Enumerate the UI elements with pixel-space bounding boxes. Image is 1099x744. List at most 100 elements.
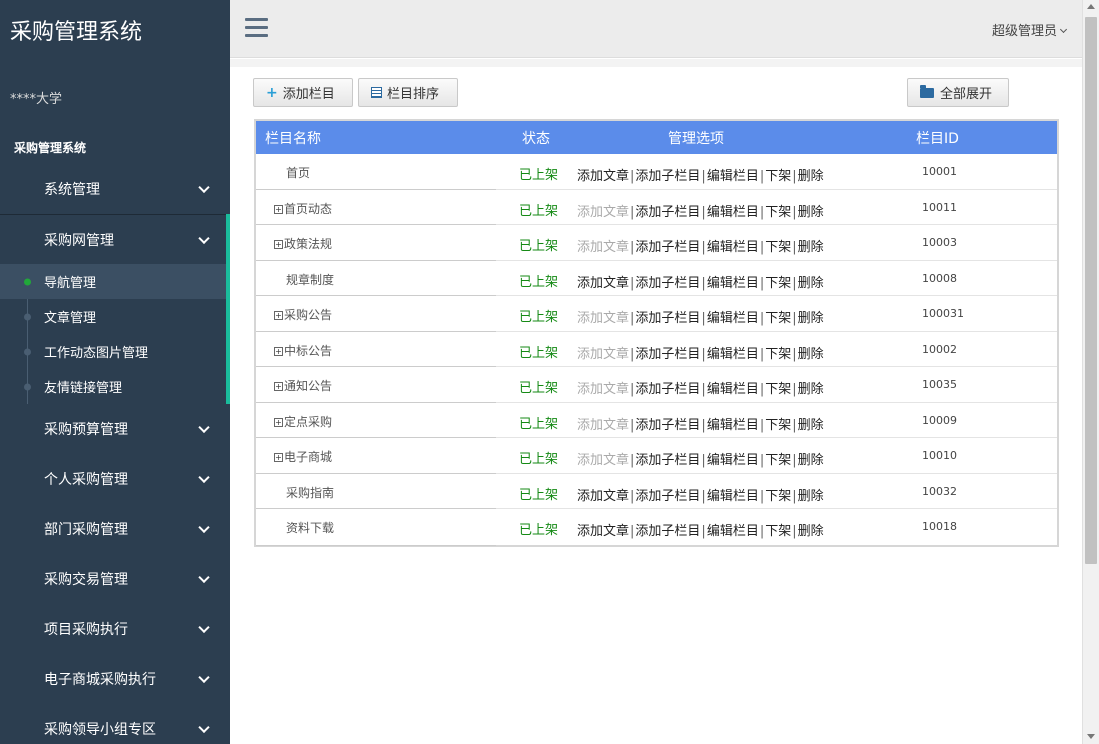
expand-icon[interactable]: + xyxy=(274,417,283,427)
user-menu[interactable]: 超级管理员 xyxy=(992,20,1068,39)
expand-icon[interactable]: + xyxy=(274,240,283,249)
edit-column-link[interactable]: 编辑栏目 xyxy=(707,169,759,184)
delete-link[interactable]: 删除 xyxy=(798,382,824,397)
edit-column-link[interactable]: 编辑栏目 xyxy=(707,489,759,504)
row-name[interactable]: + 通知公告 xyxy=(274,377,332,394)
scroll-up-icon[interactable] xyxy=(1087,4,1095,9)
delete-link[interactable]: 删除 xyxy=(798,311,824,326)
sidebar-item-project[interactable]: 项目采购执行 xyxy=(0,604,230,654)
add-child-link[interactable]: 添加子栏目 xyxy=(635,489,700,504)
add-child-link[interactable]: 添加子栏目 xyxy=(635,169,700,184)
ops-separator: | xyxy=(630,382,635,397)
ops-separator: | xyxy=(630,453,635,468)
row-ops: 添加文章|添加子栏目|编辑栏目|下架|删除 xyxy=(577,449,824,468)
delete-link[interactable]: 删除 xyxy=(798,276,824,291)
sidebar-subitem-work-images[interactable]: 工作动态图片管理 xyxy=(0,334,230,369)
sidebar-subitem-articles[interactable]: 文章管理 xyxy=(0,299,230,334)
row-ops: 添加文章|添加子栏目|编辑栏目|下架|删除 xyxy=(577,201,824,220)
expand-icon[interactable]: + xyxy=(274,346,283,356)
row-name[interactable]: + 定点采购 xyxy=(274,413,332,430)
sidebar-item-trade[interactable]: 采购交易管理 xyxy=(0,554,230,604)
edit-column-link[interactable]: 编辑栏目 xyxy=(707,240,759,255)
delete-link[interactable]: 删除 xyxy=(798,489,824,504)
vertical-scrollbar[interactable] xyxy=(1082,0,1099,744)
sidebar-item-department[interactable]: 部门采购管理 xyxy=(0,504,230,554)
sidebar-subitem-nav[interactable]: 导航管理 xyxy=(0,264,230,299)
add-article-link[interactable]: 添加文章 xyxy=(577,169,629,184)
sidebar-item-procurement-web[interactable]: 采购网管理 xyxy=(0,214,230,264)
row-name[interactable]: + 采购公告 xyxy=(274,306,332,323)
add-child-link[interactable]: 添加子栏目 xyxy=(635,347,700,362)
add-child-link[interactable]: 添加子栏目 xyxy=(635,276,700,291)
sidebar-item-personal[interactable]: 个人采购管理 xyxy=(0,454,230,504)
add-child-link[interactable]: 添加子栏目 xyxy=(635,418,700,433)
add-article-link[interactable]: 添加文章 xyxy=(577,276,629,291)
add-article-link: 添加文章 xyxy=(577,311,630,326)
add-article-link[interactable]: 添加文章 xyxy=(577,489,629,504)
delete-link[interactable]: 删除 xyxy=(798,347,824,362)
ops-separator: | xyxy=(759,204,765,220)
edit-column-link[interactable]: 编辑栏目 xyxy=(707,347,759,362)
menu-toggle-icon[interactable] xyxy=(245,18,268,38)
add-child-link[interactable]: 添加子栏目 xyxy=(635,453,700,468)
row-name-text: 采购公告 xyxy=(284,308,333,322)
sidebar-item-system[interactable]: 系统管理 xyxy=(0,164,230,214)
expand-icon[interactable]: + xyxy=(274,311,283,320)
add-child-link[interactable]: 添加子栏目 xyxy=(635,311,700,326)
offline-link[interactable]: 下架 xyxy=(765,240,791,255)
delete-link[interactable]: 删除 xyxy=(798,240,824,255)
expand-icon[interactable]: + xyxy=(274,382,283,391)
delete-link[interactable]: 删除 xyxy=(798,169,824,184)
row-id: 10008 xyxy=(922,271,957,285)
sidebar-item-budget[interactable]: 采购预算管理 xyxy=(0,404,230,454)
scroll-thumb[interactable] xyxy=(1085,17,1097,564)
sidebar-item-emall[interactable]: 电子商城采购执行 xyxy=(0,654,230,704)
sidebar-item-leadership[interactable]: 采购领导小组专区 xyxy=(0,704,230,744)
chevron-down-icon xyxy=(198,421,210,434)
offline-link[interactable]: 下架 xyxy=(765,311,791,326)
row-name[interactable]: + 电子商城 xyxy=(274,448,332,465)
add-child-link[interactable]: 添加子栏目 xyxy=(635,382,700,397)
delete-link[interactable]: 删除 xyxy=(798,453,824,468)
offline-link[interactable]: 下架 xyxy=(765,418,791,433)
row-name[interactable]: + 首页动态 xyxy=(274,200,332,217)
expand-all-button[interactable]: 全部展开 xyxy=(907,78,1009,107)
offline-link[interactable]: 下架 xyxy=(765,347,791,362)
edit-column-link[interactable]: 编辑栏目 xyxy=(707,382,759,397)
delete-link[interactable]: 删除 xyxy=(798,205,824,220)
row-name[interactable]: + 中标公告 xyxy=(274,342,332,359)
delete-link[interactable]: 删除 xyxy=(798,418,824,433)
row-name[interactable]: 规章制度 xyxy=(286,271,334,288)
row-name[interactable]: 采购指南 xyxy=(286,484,334,501)
add-article-link[interactable]: 添加文章 xyxy=(577,524,629,539)
edit-column-link[interactable]: 编辑栏目 xyxy=(707,311,759,326)
offline-link[interactable]: 下架 xyxy=(765,382,791,397)
edit-column-link[interactable]: 编辑栏目 xyxy=(707,524,759,539)
row-name[interactable]: + 政策法规 xyxy=(274,235,332,252)
offline-link[interactable]: 下架 xyxy=(765,169,791,184)
ops-separator: | xyxy=(759,346,765,362)
offline-link[interactable]: 下架 xyxy=(765,453,791,468)
offline-link[interactable]: 下架 xyxy=(765,205,791,220)
edit-column-link[interactable]: 编辑栏目 xyxy=(707,276,759,291)
add-child-link[interactable]: 添加子栏目 xyxy=(635,524,700,539)
offline-link[interactable]: 下架 xyxy=(765,489,791,504)
sort-columns-button[interactable]: 栏目排序 xyxy=(358,78,458,107)
offline-link[interactable]: 下架 xyxy=(765,524,791,539)
add-column-button[interactable]: + 添加栏目 xyxy=(253,78,353,107)
add-child-link[interactable]: 添加子栏目 xyxy=(635,205,700,220)
row-name[interactable]: 首页 xyxy=(286,164,310,181)
edit-column-link[interactable]: 编辑栏目 xyxy=(707,205,759,220)
offline-link[interactable]: 下架 xyxy=(765,276,791,291)
sidebar-subitem-links[interactable]: 友情链接管理 xyxy=(0,369,230,404)
scroll-down-icon[interactable] xyxy=(1087,734,1095,739)
edit-column-link[interactable]: 编辑栏目 xyxy=(707,418,759,433)
edit-column-link[interactable]: 编辑栏目 xyxy=(707,453,759,468)
delete-link[interactable]: 删除 xyxy=(798,524,824,539)
add-child-link[interactable]: 添加子栏目 xyxy=(635,240,700,255)
expand-icon[interactable]: + xyxy=(274,453,283,462)
row-name[interactable]: 资料下载 xyxy=(286,519,334,536)
table-row: + 电子商城 已上架 添加文章|添加子栏目|编辑栏目|下架|删除 10010 xyxy=(256,438,1057,474)
expand-icon[interactable]: + xyxy=(274,204,283,214)
row-id: 10032 xyxy=(922,484,957,498)
